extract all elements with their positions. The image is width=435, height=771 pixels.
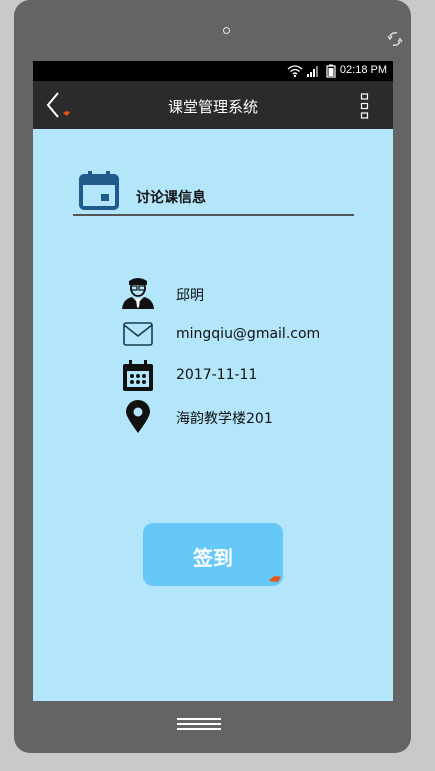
info-row-location: 海韵教学楼201 [121, 399, 361, 435]
battery-icon [326, 64, 336, 78]
info-row-email: mingqiu@gmail.com [121, 317, 361, 353]
presenter-name: 邱明 [176, 288, 204, 304]
date-text: 2017-11-11 [176, 367, 258, 383]
tap-indicator-icon [269, 576, 281, 582]
wifi-icon [287, 65, 303, 75]
status-icons [287, 64, 336, 78]
status-bar: 02:18 PM [33, 61, 393, 81]
checkin-button-label: 签到 [193, 546, 233, 570]
app-bar: 课堂管理系统 [33, 81, 393, 129]
info-row-date: 2017-11-11 [121, 358, 361, 394]
email-text: mingqiu@gmail.com [176, 326, 321, 342]
calendar-date-icon [123, 360, 153, 391]
person-icon [122, 278, 154, 309]
section-header: 讨论课信息 [73, 166, 355, 216]
location-text: 海韵教学楼201 [176, 411, 273, 427]
location-pin-icon [126, 400, 150, 433]
home-button-icon[interactable] [177, 716, 221, 732]
checkin-button[interactable]: 签到 [143, 523, 283, 586]
section-title: 讨论课信息 [136, 190, 206, 206]
calendar-icon [79, 171, 119, 210]
section-divider [73, 214, 354, 216]
phone-screen: 02:18 PM 课堂管理系统 讨论课信息 邱明 mingqiu@gmail.c… [33, 61, 393, 701]
status-time: 02:18 PM [339, 64, 387, 76]
overflow-menu-icon[interactable] [360, 93, 370, 119]
envelope-icon [123, 322, 153, 346]
app-title: 课堂管理系统 [167, 98, 258, 116]
rotate-icon [387, 32, 403, 46]
signal-icon [307, 66, 318, 77]
info-row-name: 邱明 [121, 276, 361, 312]
camera-icon [223, 27, 230, 34]
